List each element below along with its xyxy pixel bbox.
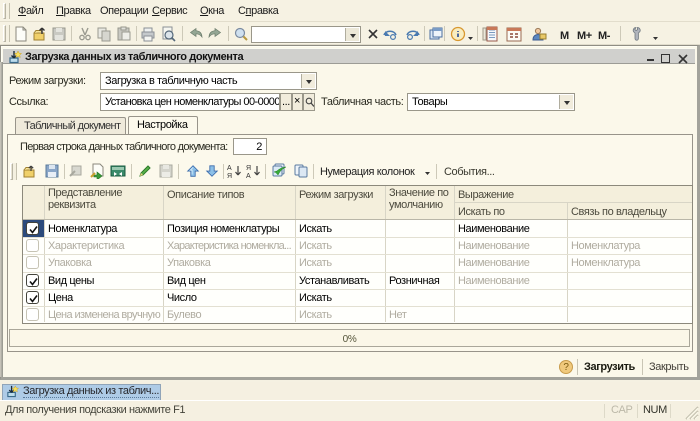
svg-text:Я: Я	[246, 165, 251, 172]
svg-text:А: А	[227, 165, 232, 172]
svg-text:А: А	[246, 173, 251, 179]
svg-text:Я: Я	[227, 173, 232, 179]
